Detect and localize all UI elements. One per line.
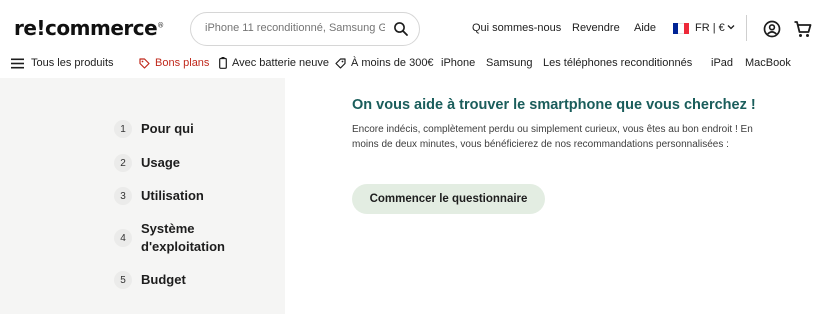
nav-item-macbook[interactable]: MacBook bbox=[745, 57, 791, 69]
nav-item-label: Samsung bbox=[486, 57, 533, 69]
page-title: On vous aide à trouver le smartphone que… bbox=[352, 97, 756, 113]
nav-item-label: iPhone bbox=[441, 57, 476, 69]
nav-item-deals[interactable]: Bons plans bbox=[139, 57, 209, 69]
nav-item-refurbished-phones[interactable]: Les téléphones reconditionnés bbox=[543, 57, 692, 69]
step-number: 2 bbox=[114, 154, 132, 172]
step-number: 3 bbox=[114, 187, 132, 205]
search-icon[interactable] bbox=[393, 21, 409, 37]
locale-selector[interactable]: FR | € bbox=[695, 22, 725, 34]
all-products-button[interactable]: Tous les produits bbox=[11, 57, 114, 69]
account-icon[interactable] bbox=[762, 19, 782, 39]
link-sell[interactable]: Revendre bbox=[572, 22, 620, 34]
category-nav: Tous les produits Bons plans Avec batter… bbox=[0, 52, 820, 76]
nav-item-ipad[interactable]: iPad bbox=[711, 57, 733, 69]
nav-item-new-battery[interactable]: Avec batterie neuve bbox=[219, 57, 329, 69]
intro-paragraph: Encore indécis, complètement perdu ou si… bbox=[352, 124, 753, 150]
cart-icon[interactable] bbox=[793, 19, 813, 39]
step-label: Budget bbox=[141, 272, 186, 287]
start-questionnaire-button[interactable]: Commencer le questionnaire bbox=[352, 184, 545, 214]
nav-item-label: À moins de 300€ bbox=[351, 57, 434, 69]
link-about[interactable]: Qui sommes-nous bbox=[472, 22, 561, 34]
all-products-label: Tous les produits bbox=[31, 57, 114, 69]
step-label: Utilisation bbox=[141, 188, 204, 203]
tag-icon bbox=[139, 57, 150, 69]
nav-item-label: Bons plans bbox=[155, 57, 210, 69]
battery-icon bbox=[219, 57, 227, 69]
link-help[interactable]: Aide bbox=[634, 22, 656, 34]
header-divider bbox=[746, 15, 747, 41]
step-number: 1 bbox=[114, 120, 132, 138]
nav-item-label: Avec batterie neuve bbox=[232, 57, 330, 69]
top-header: re!commerce® Qui sommes-nous Revendre Ai… bbox=[0, 0, 820, 52]
search-bar bbox=[190, 12, 420, 46]
nav-item-label: MacBook bbox=[745, 57, 791, 69]
logo-text: re!commerce bbox=[14, 16, 158, 40]
step-item: 4 Système d'exploitation bbox=[114, 220, 241, 256]
nav-item-label: iPad bbox=[711, 57, 734, 69]
menu-icon bbox=[11, 58, 24, 68]
step-number: 4 bbox=[114, 229, 132, 247]
step-label: Système d'exploitation bbox=[141, 221, 225, 254]
step-item: 1 Pour qui bbox=[114, 120, 241, 138]
french-flag-icon bbox=[673, 23, 689, 34]
step-item: 5 Budget bbox=[114, 271, 241, 289]
nav-item-samsung[interactable]: Samsung bbox=[486, 57, 532, 69]
price-tag-icon bbox=[335, 57, 346, 69]
step-item: 3 Utilisation bbox=[114, 187, 241, 205]
logo-mark: ® bbox=[157, 21, 164, 30]
step-item: 2 Usage bbox=[114, 154, 241, 172]
step-label: Usage bbox=[141, 155, 181, 170]
nav-item-label: Les téléphones reconditionnés bbox=[543, 57, 693, 69]
nav-item-under-300[interactable]: À moins de 300€ bbox=[335, 57, 434, 69]
brand-logo[interactable]: re!commerce® bbox=[14, 16, 164, 40]
chevron-down-icon[interactable] bbox=[726, 22, 736, 32]
step-label: Pour qui bbox=[141, 121, 194, 136]
search-input[interactable] bbox=[205, 22, 385, 34]
nav-item-iphone[interactable]: iPhone bbox=[441, 57, 475, 69]
step-number: 5 bbox=[114, 271, 132, 289]
